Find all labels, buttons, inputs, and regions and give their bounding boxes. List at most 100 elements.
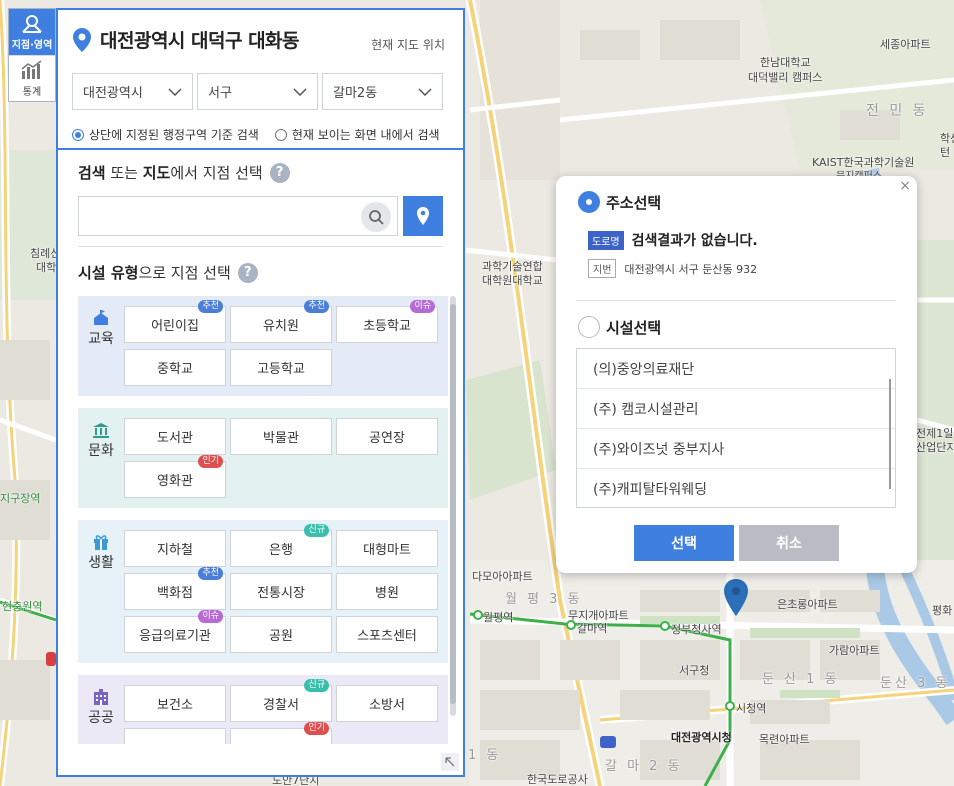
map-label: 가람아파트 [829,644,880,657]
pick-on-map-button[interactable] [403,196,443,236]
facility-library-button[interactable]: 도서관 [124,418,226,455]
facility-fire-station-button[interactable]: 소방서 [336,685,438,722]
facility-label: 도서관 [157,431,193,446]
current-map-location-link[interactable]: 현재 지도 위치 [371,36,445,53]
stats-tool-button[interactable]: 통계 [9,55,55,101]
category-label-text: 교육 [88,331,114,347]
map-label: 대덕밸리 캠퍼스 [748,71,823,84]
province-select[interactable]: 대전광역시 [72,73,193,110]
chevron-down-icon [418,87,432,96]
recommended-badge: 추천 [198,300,223,313]
list-scrollbar[interactable] [889,379,891,489]
facility-select-option[interactable]: 시설선택 [578,316,661,338]
map-label: 시청역 [736,702,767,715]
subway-station-marker[interactable] [566,620,576,630]
search-field[interactable] [78,196,398,236]
facility-park-button[interactable]: 공원 [230,616,332,653]
list-item[interactable]: (의)중앙의료재단 [577,349,895,389]
map-area-tool-button[interactable]: 지점·영역 [9,9,55,55]
facility-hospital-button[interactable]: 병원 [336,573,438,610]
facility-label: 유치원 [263,319,299,334]
facility-high-school-button[interactable]: 고등학교 [230,349,332,386]
facility-daycare-button[interactable]: 어린이집 추천 [124,300,226,343]
map-label: 정부청사역 [671,623,722,636]
district-select[interactable]: 서구 [197,73,318,110]
category-label-text: 문화 [88,443,114,459]
new-badge: 신규 [304,524,329,537]
scrollbar-thumb[interactable] [450,304,456,704]
facility-kindergarten-button[interactable]: 유치원 추천 [230,300,332,343]
chart-icon [21,60,42,79]
title-bold: 검색 [78,164,106,182]
map-label: 월평역 [483,611,514,624]
location-select-panel: 대전광역시 대덕구 대화동 현재 지도 위치 대전광역시 서구 갈마2동 상단에… [56,8,465,777]
subway-station-marker[interactable] [473,610,483,620]
facility-subway-button[interactable]: 지하철 [124,530,226,567]
map-label: 턴 [940,146,951,159]
facility-label: 중학교 [157,362,193,377]
region-title: 대전광역시 대덕구 대화동 [72,26,300,53]
facility-cinema-button[interactable]: 영화관 인기 [124,455,226,498]
popular-badge: 인기 [198,455,223,468]
category-label-text: 공공 [88,710,114,726]
region-title-text: 대전광역시 대덕구 대화동 [100,30,300,52]
jibun-address-result: 대전광역시 서구 둔산동 932 [624,262,758,276]
facility-health-center-button[interactable]: 보건소 [124,685,226,722]
facility-label: 백화점 [157,586,193,601]
facility-scrollbar[interactable] [450,296,456,716]
map-label: 전 민 동 [866,103,929,119]
help-icon[interactable]: ? [237,262,258,283]
scope-admin-radio[interactable]: 상단에 지정된 행정구역 기준 검색 [72,126,259,143]
cancel-button[interactable]: 취소 [739,525,839,561]
map-label: 평화 [932,604,953,617]
map-label: 대전광역시청 [671,731,732,744]
facility-select-title: 시설선택 [606,318,662,337]
list-item[interactable]: (주) 캠코시설관리 [577,389,895,429]
facility-bank-button[interactable]: 은행 신규 [230,524,332,567]
facility-label: 보건소 [157,698,193,713]
list-item[interactable]: (주)와이즈넛 중부지사 [577,429,895,469]
facility-sports-center-button[interactable]: 스포츠센터 [336,616,438,653]
facility-market-button[interactable]: 전통시장 [230,573,332,610]
facility-hypermarket-button[interactable]: 대형마트 [336,530,438,567]
facility-label: 영화관 [157,474,193,489]
location-pin-icon [73,27,91,52]
jibun-address-tag: 지번 [588,259,617,278]
facility-emergency-button[interactable]: 응급의료기관 이슈 [124,610,226,653]
close-icon[interactable]: × [899,178,911,194]
road-address-row: 도로명 검색결과가 없습니다. [588,230,758,250]
facility-elementary-button[interactable]: 초등학교 이슈 [336,300,438,343]
facility-middle-school-button[interactable]: 중학교 [124,349,226,386]
facility-public-button[interactable] [124,728,226,744]
facility-museum-button[interactable]: 박물관 [230,418,332,455]
facility-theater-button[interactable]: 공연장 [336,418,438,455]
facility-police-button[interactable]: 경찰서 신규 [230,679,332,722]
address-select-title: 주소선택 [606,193,662,212]
address-select-option[interactable]: 주소선택 [578,191,661,213]
search-button[interactable] [361,202,391,232]
collapse-button[interactable] [441,753,459,771]
facility-label: 스포츠센터 [357,629,417,644]
search-scope-options: 상단에 지정된 행정구역 기준 검색 현재 보이는 화면 내에서 검색 [72,126,440,143]
selected-location-pin[interactable] [723,578,749,622]
category-label: 교육 [78,310,124,348]
facility-result-list[interactable]: (의)중앙의료재단 (주) 캠코시설관리 (주)와이즈넛 중부지사 (주)캐피탈… [576,348,896,508]
map-label: 산업단지 [916,441,954,454]
radio-empty-icon [578,316,600,338]
title-bold: 시설 유형 [78,264,139,282]
dong-select[interactable]: 갈마2동 [322,73,443,110]
list-item[interactable]: (주)캐피탈타워웨딩 [577,469,895,507]
facility-department-store-button[interactable]: 백화점 추천 [124,567,226,610]
facility-category-list[interactable]: 교육 어린이집 추천 유치원 추천 초등학교 이슈 중학교 고등학교 문화 도서관 박… [78,296,448,744]
scope-screen-radio[interactable]: 현재 보이는 화면 내에서 검색 [274,126,440,143]
facility-public-button[interactable]: 인기 [230,722,332,744]
subway-station-marker[interactable] [725,701,735,711]
chevron-down-icon [293,87,307,96]
map-label: 월 평 3 동 [505,592,583,607]
facility-label: 어린이집 [151,319,199,334]
subway-station-marker[interactable] [660,621,670,631]
facility-label: 공원 [269,629,293,644]
help-icon[interactable]: ? [269,162,290,183]
select-button[interactable]: 선택 [634,525,734,561]
facility-label: 은행 [269,543,293,558]
